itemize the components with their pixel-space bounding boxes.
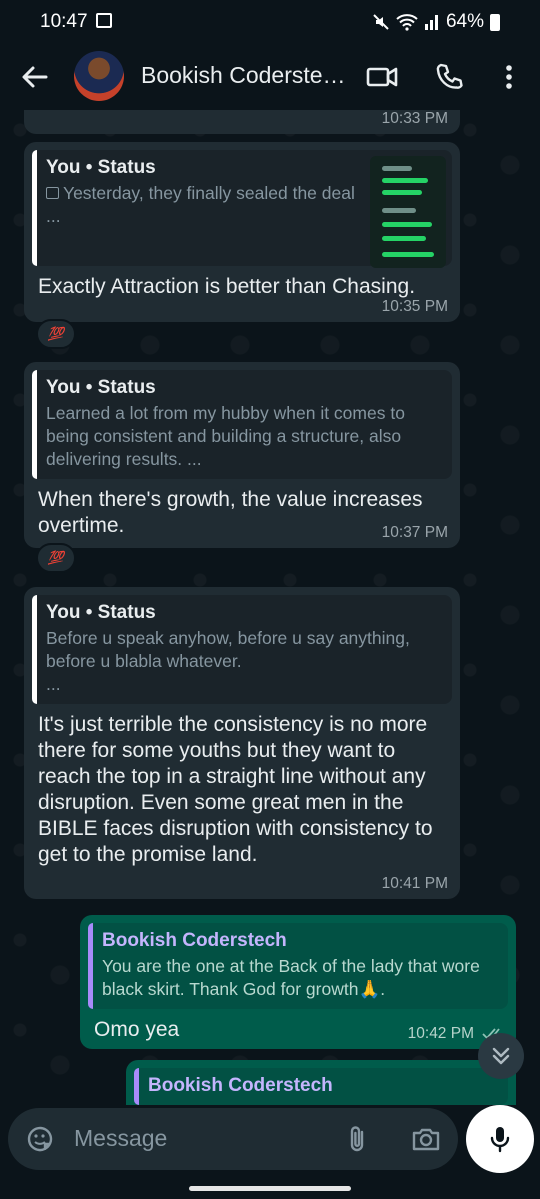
quote-author: Bookish Coderstech [148, 1075, 333, 1096]
message-text: It's just terrible the consistency is no… [38, 713, 433, 866]
quote-author: Bookish Coderstech [102, 930, 287, 951]
video-call-icon[interactable] [366, 62, 398, 92]
back-arrow-icon[interactable] [18, 60, 52, 94]
quote-author: You • Status [46, 377, 156, 398]
more-options-icon[interactable] [494, 62, 524, 92]
contact-name[interactable]: Bookish Coderste… [141, 62, 346, 89]
chat-header: Bookish Coderste… [0, 44, 540, 110]
quote-text: Before u speak anyhow, before u say anyt… [46, 628, 410, 671]
quote-text: Learned a lot from my hubby when it come… [46, 403, 405, 469]
message-time: 10:42 PM [407, 1025, 474, 1042]
message-bubble[interactable]: You • Status Before u speak anyhow, befo… [24, 587, 460, 899]
status-right: 64% [372, 11, 500, 33]
attach-icon[interactable] [342, 1123, 374, 1155]
double-chevron-down-icon [492, 1047, 510, 1065]
message-time: 10:35 PM [381, 298, 448, 315]
quoted-message[interactable]: Bookish Coderstech You are the one at th… [88, 923, 508, 1009]
camera-icon[interactable] [410, 1123, 442, 1155]
voice-record-button[interactable] [466, 1105, 534, 1173]
microphone-icon [490, 1127, 510, 1153]
gallery-notification-icon [96, 13, 112, 28]
message-time: 10:37 PM [381, 524, 448, 541]
voice-call-icon[interactable] [434, 62, 466, 92]
reaction-100[interactable]: 💯 [36, 319, 76, 349]
status-bar: 10:47 64% [0, 0, 540, 44]
image-icon [46, 187, 59, 199]
battery-percent: 64% [445, 11, 484, 32]
status-thumbnail [370, 156, 446, 268]
sticker-icon[interactable] [24, 1123, 56, 1155]
chat-messages[interactable]: 10:33 PM You • Status Yesterday, they fi… [0, 110, 540, 1105]
message-text: Exactly Attraction is better than Chasin… [38, 275, 416, 298]
quoted-status[interactable]: You • Status Yesterday, they finally sea… [32, 150, 452, 268]
wifi-icon [396, 14, 418, 31]
message-time: 10:41 PM [381, 875, 448, 892]
quoted-status[interactable]: You • Status Learned a lot from my hubby… [32, 370, 452, 479]
quote-text: You are the one at the Back of the lady … [102, 956, 480, 999]
mute-icon [373, 14, 389, 30]
battery-icon [490, 13, 500, 31]
message-bubble-partial[interactable]: 10:33 PM [24, 110, 460, 134]
message-bubble[interactable]: You • Status Learned a lot from my hubby… [24, 362, 460, 548]
quoted-message[interactable]: Bookish Coderstech [134, 1068, 508, 1105]
message-bubble[interactable]: You • Status Yesterday, they finally sea… [24, 142, 460, 322]
gesture-navigation-bar[interactable] [189, 1186, 351, 1191]
quote-author: You • Status [46, 602, 156, 623]
quote-text: Yesterday, they finally sealed the deal [46, 182, 356, 205]
message-input[interactable]: Message [74, 1125, 167, 1152]
message-bubble-outgoing[interactable]: Bookish Coderstech [126, 1060, 516, 1105]
quoted-status[interactable]: You • Status Before u speak anyhow, befo… [32, 595, 452, 704]
message-time: 10:33 PM [381, 110, 448, 127]
message-input-bar[interactable]: Message [8, 1108, 458, 1170]
message-bubble-outgoing[interactable]: Bookish Coderstech You are the one at th… [80, 915, 516, 1049]
scroll-to-bottom-button[interactable] [478, 1033, 524, 1079]
contact-avatar[interactable] [74, 51, 124, 101]
signal-icon [424, 15, 438, 30]
quote-more: ... [46, 674, 61, 694]
reaction-100[interactable]: 💯 [36, 543, 76, 573]
status-time: 10:47 [40, 11, 88, 32]
